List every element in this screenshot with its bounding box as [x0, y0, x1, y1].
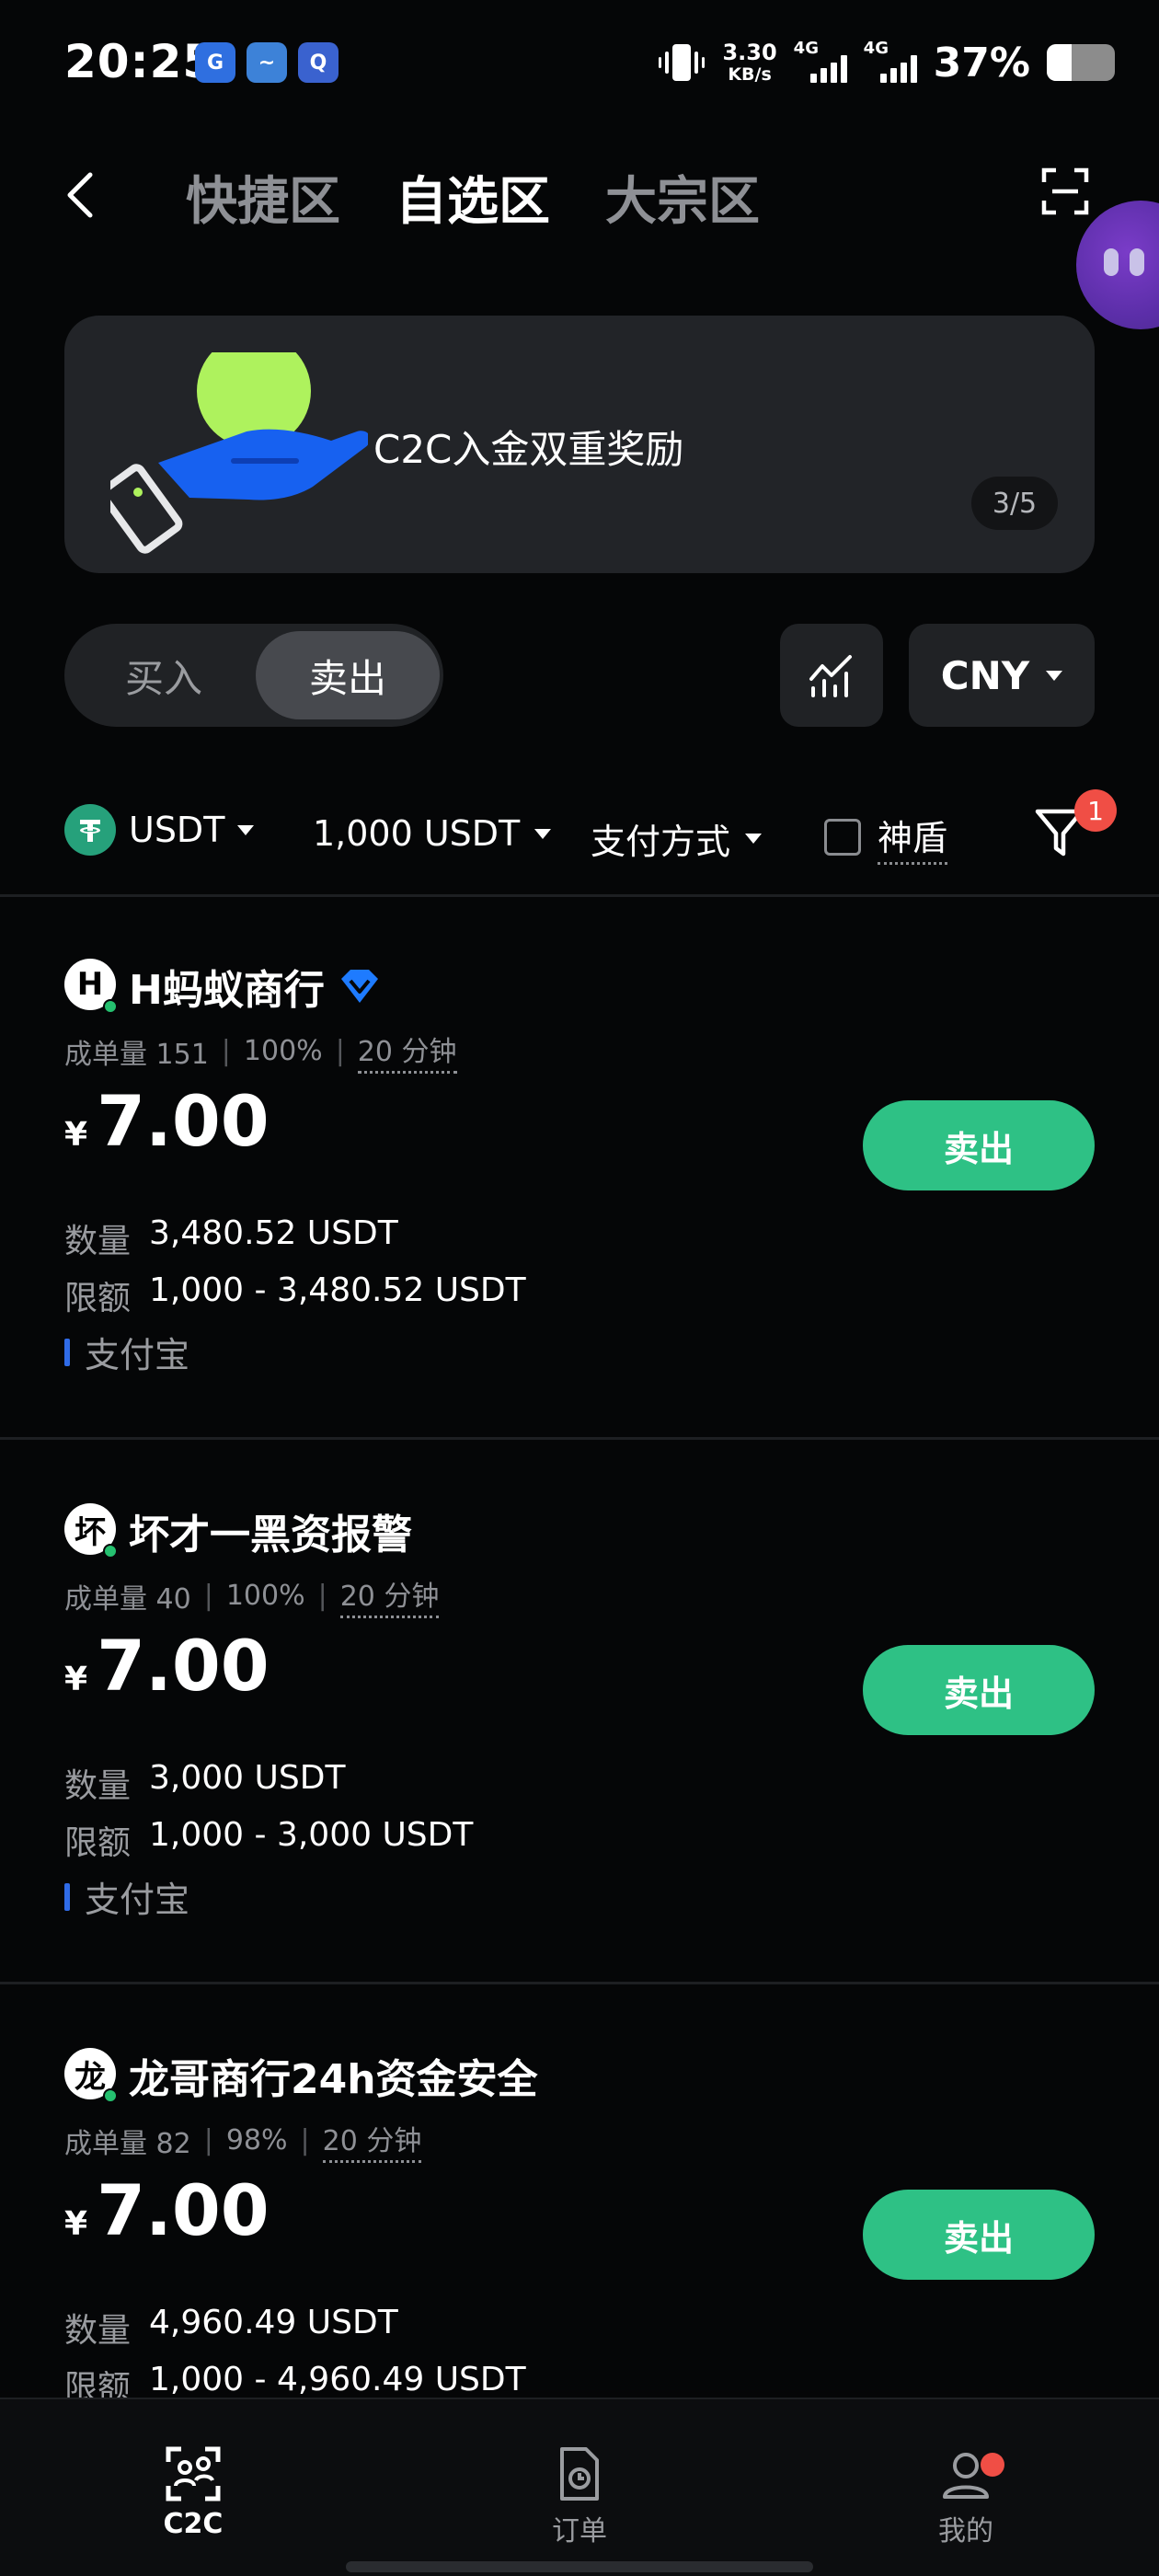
chevron-down-icon — [534, 828, 552, 839]
nav-c2c[interactable]: C2C — [101, 2445, 285, 2540]
tab-custom-zone[interactable]: 自选区 — [396, 160, 550, 235]
amount-filter[interactable]: 1,000 USDT — [313, 813, 552, 854]
battery-level-fill — [1047, 44, 1073, 81]
merchant-stats: 成单量 151 | 100% | 20 分钟 — [64, 1029, 457, 1074]
currency-label: CNY — [940, 652, 1030, 698]
verified-diamond-icon — [340, 970, 378, 1003]
bubble-eye — [1104, 248, 1119, 276]
payment-filter-label: 支付方式 — [591, 822, 731, 862]
tether-icon — [64, 804, 116, 856]
sell-tab[interactable]: 卖出 — [256, 631, 440, 719]
divider — [0, 1437, 1159, 1440]
chevron-down-icon — [237, 824, 255, 835]
online-status-dot — [103, 999, 118, 1014]
price-chart-button[interactable] — [780, 624, 883, 727]
payment-method: 支付宝 — [64, 1327, 189, 1377]
orders-icon — [560, 2447, 599, 2501]
zone-tabs: 快捷区 自选区 大宗区 — [186, 160, 760, 235]
top-nav: 快捷区 自选区 大宗区 — [0, 147, 1159, 239]
divider — [0, 1982, 1159, 1984]
status-indicators: 3.30 KB/s 4G 4G 37% — [658, 33, 1115, 92]
quantity-row: 数量 3,480.52 USDT — [64, 1214, 398, 1260]
bottom-nav: C2C 订单 我的 — [0, 2398, 1159, 2576]
filter-bar: USDT 1,000 USDT 支付方式 神盾 1 — [0, 789, 1159, 867]
notification-icons: G ~ Q — [195, 42, 339, 83]
shield-checkbox[interactable] — [824, 819, 861, 856]
c2c-icon — [166, 2446, 221, 2501]
app-notification-icon: G — [195, 42, 235, 83]
chevron-down-icon — [1046, 670, 1063, 681]
profile-notification-dot — [981, 2453, 1004, 2477]
nav-orders[interactable]: 订单 — [488, 2445, 671, 2548]
status-time: 20:25 — [64, 35, 216, 88]
tab-quick-zone[interactable]: 快捷区 — [186, 160, 340, 235]
currency-selector[interactable]: CNY — [909, 624, 1095, 727]
signal-strength-icon: 4G — [794, 39, 847, 83]
merchant-listing: H H蚂蚁商行 成单量 151 | 100% | 20 分钟 ¥ 7.00 卖出… — [0, 922, 1159, 1465]
coin-in-hand-illustration — [110, 352, 368, 554]
network-speed: 3.30 KB/s — [722, 40, 777, 85]
tab-bulk-zone[interactable]: 大宗区 — [605, 160, 760, 235]
battery-percent: 37% — [933, 39, 1030, 86]
sell-button[interactable]: 卖出 — [863, 1100, 1095, 1190]
buy-sell-toggle: 买入 卖出 — [64, 624, 443, 727]
battery-icon — [1047, 44, 1115, 81]
price: ¥ 7.00 — [64, 1625, 270, 1707]
bubble-eye — [1130, 248, 1144, 276]
banner-text: C2C入金双重奖励 — [373, 427, 684, 472]
amount-label: 1,000 USDT — [313, 813, 521, 854]
online-status-dot — [103, 1544, 118, 1558]
payment-method: 支付宝 — [64, 1871, 189, 1922]
chart-app-notification-icon: ~ — [247, 42, 287, 83]
sell-button[interactable]: 卖出 — [863, 1645, 1095, 1735]
price: ¥ 7.00 — [64, 2169, 270, 2251]
chevron-down-icon — [745, 834, 763, 844]
price: ¥ 7.00 — [64, 1080, 270, 1162]
limit-row: 限额 1,000 - 3,000 USDT — [64, 1816, 474, 1862]
scan-icon[interactable] — [1041, 167, 1089, 215]
vibrate-icon — [659, 44, 706, 81]
filter-count-badge: 1 — [1074, 789, 1117, 832]
quantity-row: 数量 4,960.49 USDT — [64, 2304, 398, 2350]
shield-filter[interactable]: 神盾 — [824, 810, 948, 865]
merchant-stats: 成单量 82 | 98% | 20 分钟 — [64, 2118, 422, 2163]
merchant-stats: 成单量 40 | 100% | 20 分钟 — [64, 1573, 440, 1618]
coin-label: USDT — [129, 810, 225, 850]
signal-strength-icon-2: 4G — [864, 39, 917, 83]
quantity-row: 数量 3,000 USDT — [64, 1759, 346, 1805]
online-status-dot — [103, 2088, 118, 2103]
coin-selector[interactable]: USDT — [64, 804, 255, 856]
sell-button[interactable]: 卖出 — [863, 2190, 1095, 2280]
divider — [0, 894, 1159, 897]
chart-icon — [809, 655, 852, 697]
merchant-name[interactable]: 坏才一黑资报警 — [129, 1501, 412, 1560]
buy-tab[interactable]: 买入 — [72, 631, 256, 719]
limit-row: 限额 1,000 - 3,480.52 USDT — [64, 1271, 526, 1317]
payment-method-filter[interactable]: 支付方式 — [591, 813, 763, 864]
search-app-notification-icon: Q — [298, 42, 339, 83]
back-arrow-icon[interactable] — [63, 169, 99, 221]
nav-profile[interactable]: 我的 — [874, 2445, 1058, 2548]
alipay-marker — [64, 1882, 70, 1911]
merchant-listing: 坏 坏才一黑资报警 成单量 40 | 100% | 20 分钟 ¥ 7.00 卖… — [0, 1466, 1159, 2009]
status-bar: 20:25 G ~ Q 3.30 KB/s 4G 4G 37% — [0, 0, 1159, 120]
banner-page-indicator: 3/5 — [971, 477, 1058, 530]
alipay-marker — [64, 1338, 70, 1366]
shield-label: 神盾 — [878, 810, 948, 865]
merchant-name[interactable]: 龙哥商行24h资金安全 — [129, 2046, 538, 2105]
home-indicator — [346, 2561, 813, 2572]
merchant-name[interactable]: H蚂蚁商行 — [129, 957, 382, 1016]
promo-banner[interactable]: C2C入金双重奖励 3/5 — [64, 316, 1095, 573]
